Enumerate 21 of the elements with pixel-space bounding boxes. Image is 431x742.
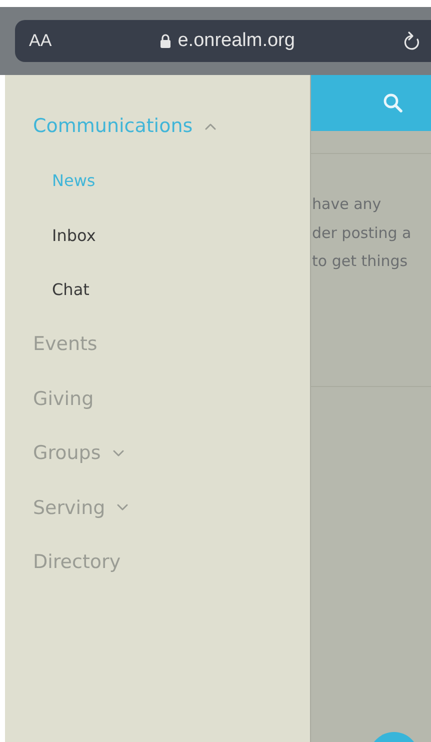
submenu-item[interactable]: News bbox=[5, 154, 96, 208]
chevron-icon bbox=[117, 504, 128, 512]
search-icon[interactable] bbox=[383, 93, 403, 113]
reload-icon[interactable] bbox=[403, 31, 421, 51]
chevron-icon bbox=[112, 450, 124, 457]
lock-icon bbox=[160, 34, 171, 48]
menu-item[interactable]: Giving bbox=[5, 372, 94, 426]
menu-item[interactable]: Communications bbox=[5, 99, 216, 154]
address-bar[interactable]: AA e.onrealm.org bbox=[15, 20, 431, 62]
submenu-item[interactable]: Chat bbox=[5, 262, 90, 317]
menu-item[interactable]: Groups bbox=[5, 426, 124, 480]
url-text: e.onrealm.org bbox=[178, 30, 295, 52]
page-text: der posting a bbox=[312, 222, 412, 244]
menu-item[interactable]: Events bbox=[5, 317, 98, 372]
page-text: to get things bbox=[312, 251, 409, 272]
submenu-item[interactable]: Inbox bbox=[5, 208, 96, 262]
menu-item[interactable]: Serving bbox=[5, 480, 128, 535]
page-text: have any bbox=[312, 194, 382, 215]
menu-item[interactable]: Directory bbox=[5, 535, 121, 590]
chevron-icon bbox=[204, 122, 216, 130]
text-size-button[interactable]: AA bbox=[29, 31, 52, 51]
